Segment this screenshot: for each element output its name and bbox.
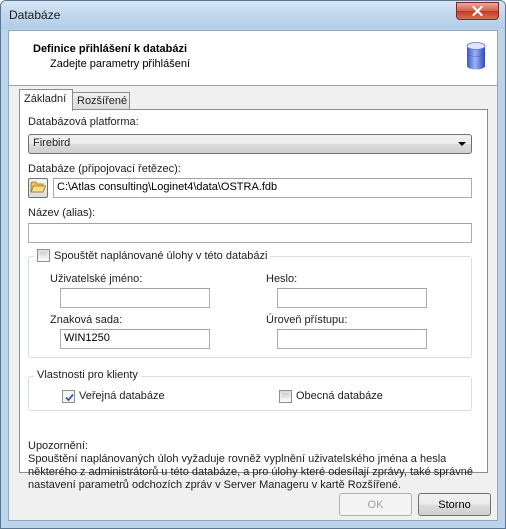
- database-icon: [465, 41, 487, 74]
- warning-text: Spouštění naplánovaných úloh vyžaduje ro…: [28, 453, 473, 491]
- platform-select-value: Firebird: [33, 137, 71, 149]
- tab-advanced-label: Rozšířené: [77, 95, 128, 107]
- scheduled-tasks-label: Spouštět naplánované úlohy v této databá…: [54, 250, 268, 262]
- alias-label: Název (alias):: [28, 207, 96, 219]
- checkbox-unchecked-fill: [282, 393, 289, 400]
- dialog-header: Definice přihlášení k databázi Zadejte p…: [9, 31, 497, 86]
- close-icon: [472, 6, 483, 16]
- window-title: Databáze: [9, 8, 61, 22]
- password-input[interactable]: [277, 288, 427, 308]
- header-subtitle: Zadejte parametry přihlášení: [50, 58, 191, 70]
- access-level-input[interactable]: [277, 329, 427, 349]
- title-bar[interactable]: Databáze: [1, 1, 505, 29]
- password-label: Heslo:: [266, 273, 298, 285]
- platform-select[interactable]: Firebird: [28, 134, 472, 154]
- tab-basic-label: Základní: [24, 93, 67, 105]
- close-button[interactable]: [456, 2, 499, 20]
- tab-advanced[interactable]: Rozšířené: [72, 92, 130, 109]
- browse-database-button[interactable]: [28, 178, 48, 198]
- charset-input[interactable]: WIN1250: [60, 329, 210, 349]
- cancel-button[interactable]: Storno: [418, 493, 491, 516]
- username-input[interactable]: [60, 288, 210, 308]
- public-database-label: Veřejná databáze: [79, 390, 165, 402]
- dialog-window: Databáze Definice přihlášení k databázi …: [0, 0, 506, 529]
- tab-basic[interactable]: Základní: [19, 89, 73, 111]
- header-title: Definice přihlášení k databázi: [33, 43, 188, 55]
- connection-string-input[interactable]: C:\Atlas consulting\Loginet4\data\OSTRA.…: [53, 178, 472, 198]
- access-level-label: Úroveň přístupu:: [266, 314, 348, 326]
- chevron-down-icon: [458, 142, 466, 146]
- checkbox-unchecked-fill: [40, 252, 47, 259]
- connection-string-label: Databáze (připojovací řetězec):: [28, 163, 181, 175]
- platform-label: Databázová platforma:: [28, 116, 139, 128]
- ok-button-label: OK: [367, 498, 384, 511]
- username-label: Uživatelské jméno:: [50, 273, 143, 285]
- cancel-button-label: Storno: [438, 498, 471, 511]
- client-properties-legend: Vlastnosti pro klienty: [34, 369, 141, 381]
- alias-input[interactable]: [28, 223, 472, 243]
- ok-button[interactable]: OK: [339, 493, 412, 516]
- common-database-checkbox[interactable]: [279, 390, 292, 403]
- common-database-label: Obecná databáze: [296, 390, 383, 402]
- public-database-checkbox[interactable]: [62, 390, 75, 403]
- tab-panel-basic: Databázová platforma: Firebird Databáze …: [19, 109, 488, 491]
- warning-title: Upozornění:: [28, 440, 88, 452]
- scheduled-tasks-checkbox[interactable]: [37, 249, 50, 262]
- charset-label: Znaková sada:: [50, 314, 123, 326]
- dialog-client-area: Definice přihlášení k databázi Zadejte p…: [8, 30, 498, 521]
- scheduled-tasks-legend: Spouštět naplánované úlohy v této databá…: [34, 249, 271, 262]
- warning-note: Upozornění: Spouštění naplánovaných úloh…: [28, 440, 478, 492]
- folder-open-icon: [30, 180, 47, 197]
